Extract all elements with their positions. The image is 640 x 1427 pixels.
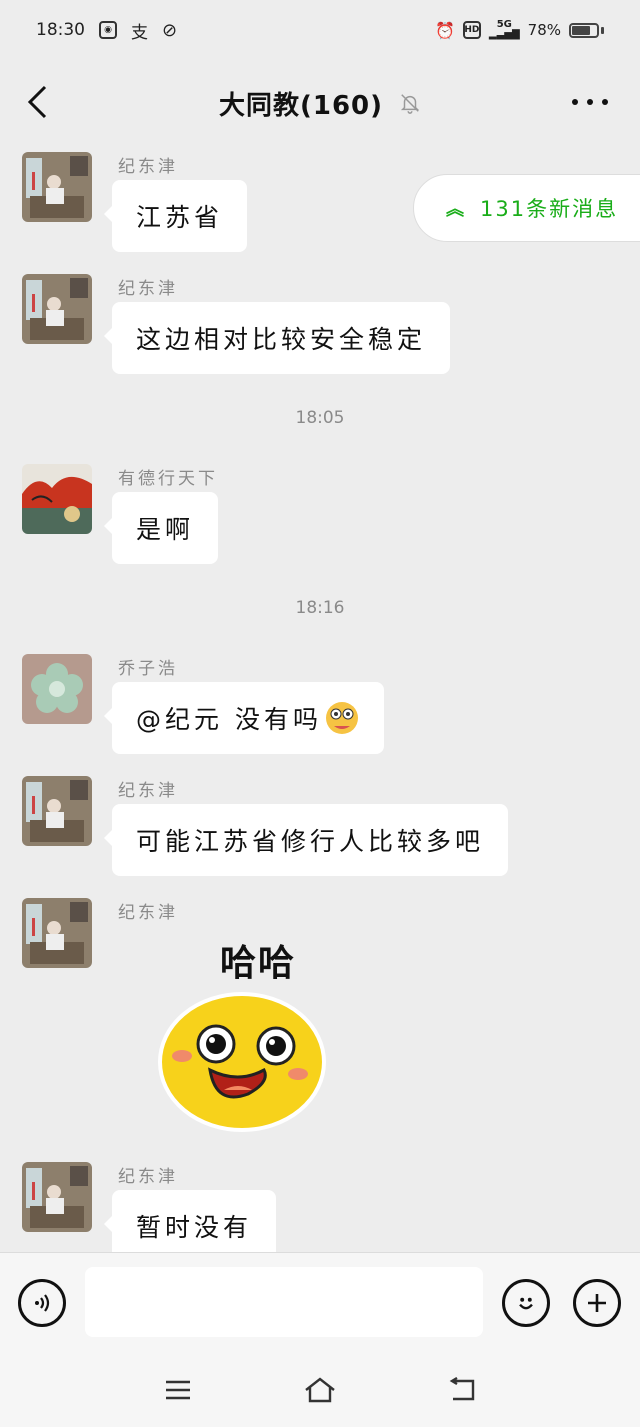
signal-icon: 5G ▂▃▅▇ (488, 19, 520, 40)
avatar[interactable] (22, 464, 92, 534)
message-text: 江苏省 (136, 203, 224, 232)
home-icon (305, 1377, 335, 1403)
sender-name: 纪东津 (118, 1167, 178, 1187)
new-messages-button[interactable]: ︽ 131条新消息 (413, 174, 640, 242)
sender-name: 纪东津 (118, 781, 178, 801)
system-back-button[interactable] (442, 1372, 482, 1408)
input-bar (0, 1252, 640, 1352)
system-navigation-bar (0, 1352, 640, 1427)
plus-button[interactable] (573, 1279, 621, 1327)
message-bubble[interactable]: 江苏省 (103, 180, 248, 252)
dot (587, 99, 593, 105)
home-button[interactable] (300, 1372, 340, 1408)
chat-header: 大同教(160) (0, 60, 640, 146)
sender-name: 纪东津 (118, 903, 178, 923)
alipay-icon: 支 (131, 22, 148, 43)
message-item: 乔子浩 @纪元 没有吗 (22, 648, 622, 758)
notification-icon: ◉ (99, 21, 117, 39)
dot (602, 99, 608, 105)
message-bubble[interactable]: @纪元 没有吗 (104, 682, 384, 754)
menu-icon (166, 1380, 190, 1400)
mute-bell-icon (400, 94, 420, 114)
menu-button[interactable] (158, 1372, 198, 1408)
sticker-message[interactable]: 哈哈 (142, 926, 332, 1146)
voice-button[interactable] (18, 1279, 66, 1327)
chat-message-list[interactable]: 纪东津 江苏省 纪东津 这边相对比较安全稳定 18:05 有德行天下 是啊 18… (0, 146, 640, 1252)
message-bubble[interactable]: 是啊 (103, 492, 219, 564)
sender-name: 纪东津 (118, 157, 178, 177)
app-notification-icon: ⊘ (162, 19, 178, 41)
plus-icon (588, 1294, 606, 1312)
avatar[interactable] (22, 274, 92, 344)
avatar[interactable] (22, 776, 92, 846)
battery-icon (569, 22, 599, 38)
dot (572, 99, 578, 105)
avatar[interactable] (22, 654, 92, 724)
sender-name: 有德行天下 (118, 469, 218, 489)
emoji-icon (519, 1297, 533, 1310)
message-text: 可能江苏省修行人比较多吧 (136, 827, 485, 856)
battery-percent: 78% (527, 21, 561, 39)
alarm-icon: ⏰ (434, 20, 455, 40)
message-item: 纪东津 哈哈 (22, 892, 622, 1152)
back-icon (449, 1377, 475, 1401)
message-item: 有德行天下 是啊 (22, 458, 622, 568)
back-button[interactable] (24, 84, 52, 120)
time-separator: 18:05 (295, 408, 345, 428)
message-item: 纪东津 可能江苏省修行人比较多吧 (22, 770, 622, 880)
laughing-face-sticker (158, 992, 326, 1132)
status-bar: 18:30 ◉ 支 ⊘ ⏰ HD 5G ▂▃▅▇ 78% (0, 0, 640, 60)
hd-icon: HD (462, 21, 481, 39)
message-item: 纪东津 暂时没有 (22, 1156, 622, 1252)
voice-icon (35, 1294, 50, 1312)
more-icon[interactable] (572, 90, 608, 114)
avatar[interactable] (22, 152, 92, 222)
battery-tip (601, 26, 604, 34)
time-separator: 18:16 (295, 598, 345, 618)
avatar[interactable] (22, 898, 92, 968)
chevron-left-icon (27, 85, 47, 119)
message-text: 是啊 (136, 515, 195, 544)
message-text: 暂时没有 (136, 1213, 253, 1242)
sender-name: 纪东津 (118, 279, 178, 299)
message-text: @纪元 没有吗 (136, 705, 322, 734)
avatar[interactable] (22, 1162, 92, 1232)
sticker-caption: 哈哈 (220, 943, 297, 984)
message-bubble[interactable]: 暂时没有 (103, 1190, 277, 1252)
emoji-button[interactable] (502, 1279, 550, 1327)
sender-name: 乔子浩 (118, 659, 178, 679)
message-bubble[interactable]: 这边相对比较安全稳定 (103, 302, 451, 374)
chat-title: 大同教(160) (218, 90, 384, 121)
new-messages-label: 131条新消息 (480, 197, 619, 221)
message-bubble[interactable]: 可能江苏省修行人比较多吧 (103, 804, 509, 876)
message-item: 纪东津 这边相对比较安全稳定 (22, 268, 622, 378)
status-time: 18:30 (36, 20, 85, 40)
emoji-icon (325, 702, 358, 734)
double-chevron-up-icon: ︽ (446, 199, 466, 220)
message-text: 这边相对比较安全稳定 (136, 325, 427, 354)
message-input[interactable] (85, 1267, 483, 1337)
